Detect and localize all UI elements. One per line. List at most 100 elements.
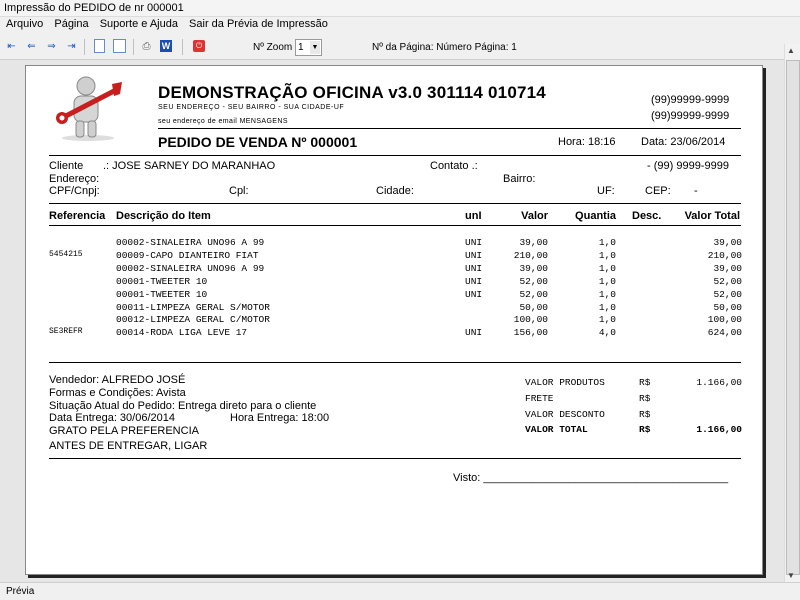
valor-produtos-value: 1.166,00 — [696, 377, 742, 388]
item-quantity: 1,0 — [598, 262, 616, 274]
menu-sair-previa[interactable]: Sair da Prévia de Impressão — [189, 18, 328, 30]
zoom-label: Nº Zoom — [253, 42, 293, 53]
frete-currency: R$ — [639, 393, 651, 404]
scroll-down-icon[interactable]: ▼ — [787, 571, 795, 580]
col-descricao: Descrição do Item — [116, 210, 211, 222]
item-description: 00009-CAPO DIANTEIRO FIAT — [116, 249, 259, 261]
item-value: 50,00 — [519, 301, 548, 313]
company-phone: (99)99999-9999 — [651, 94, 730, 106]
divider — [49, 225, 741, 226]
cpl-label: Cpl: — [229, 185, 249, 197]
item-value: 156,00 — [513, 327, 548, 339]
company-name: DEMONSTRAÇÃO OFICINA v3.0 301114 010714 — [158, 83, 546, 102]
chevron-down-icon: ▼ — [310, 41, 320, 54]
bairro-label: Bairro: — [503, 173, 536, 185]
visto-signature-line: Visto: _________________________________… — [453, 472, 729, 484]
item-total: 624,00 — [707, 327, 742, 339]
contato-label: Contato .: — [430, 160, 478, 172]
order-time: Hora: 18:16 — [558, 136, 616, 148]
cidade-label: Cidade: — [376, 185, 414, 197]
item-ref: SE3REFR — [49, 327, 83, 337]
item-description: 00001-TWEETER 10 — [116, 288, 208, 300]
zoom-value: 1 — [298, 42, 304, 53]
valor-produtos-label: VALOR PRODUTOS — [525, 377, 605, 388]
item-value: 39,00 — [519, 262, 548, 274]
contato-value: - (99) 9999-9999 — [647, 160, 729, 172]
status-bar: Prévia — [0, 582, 800, 600]
preview-area: DEMONSTRAÇÃO OFICINA v3.0 301114 010714 … — [0, 60, 784, 582]
next-page-icon[interactable]: ⇒ — [44, 40, 59, 54]
toolbar-separator — [182, 39, 183, 55]
two-pages-icon[interactable] — [113, 39, 126, 53]
situacao-pedido: Situação Atual do Pedido: Entrega direto… — [49, 400, 317, 412]
col-referencia: Referencia — [49, 210, 106, 222]
toolbar-separator — [133, 39, 134, 55]
client-name: .: JOSE SARNEY DO MARANHAO — [103, 160, 276, 172]
item-description: 00001-TWEETER 10 — [116, 275, 208, 287]
cpf-label: CPF/Cnpj: — [49, 185, 100, 197]
item-total: 210,00 — [707, 249, 742, 261]
col-valor: Valor — [521, 210, 548, 222]
item-description: 00002-SINALEIRA UNO96 A 99 — [116, 262, 265, 274]
item-description: 00002-SINALEIRA UNO96 A 99 — [116, 237, 265, 248]
valor-total-currency: R$ — [639, 424, 651, 435]
pdf-export-icon[interactable]: ⏻ — [193, 40, 205, 52]
item-quantity: 1,0 — [598, 301, 616, 313]
print-icon[interactable]: ⎙ — [139, 40, 154, 54]
frete-label: FRETE — [525, 393, 554, 404]
item-quantity: 1,0 — [598, 237, 616, 248]
last-page-icon[interactable]: ⇥ — [64, 40, 79, 54]
order-date: Data: 23/06/2014 — [641, 136, 726, 148]
scrollbar-thumb[interactable] — [786, 60, 800, 575]
item-quantity: 1,0 — [598, 249, 616, 261]
item-description: 00012-LIMPEZA GERAL C/MOTOR — [116, 314, 270, 326]
divider — [49, 203, 741, 204]
data-entrega: Data Entrega: 30/06/2014 — [49, 412, 175, 424]
item-quantity: 4,0 — [598, 327, 616, 339]
order-title: PEDIDO DE VENDA Nº 000001 — [158, 134, 358, 150]
zoom-select[interactable]: 1 ▼ — [295, 39, 322, 56]
item-total: 52,00 — [713, 288, 742, 300]
divider — [49, 458, 741, 459]
item-total: 50,00 — [713, 301, 742, 313]
toolbar-separator — [84, 39, 85, 55]
mechanic-logo — [56, 76, 122, 141]
menu-pagina[interactable]: Página — [54, 18, 88, 30]
single-page-icon[interactable] — [94, 39, 105, 53]
valor-desconto-currency: R$ — [639, 409, 651, 420]
item-description: 00011-LIMPEZA GERAL S/MOTOR — [116, 301, 270, 313]
cep-value: - — [694, 185, 698, 197]
item-value: 52,00 — [519, 275, 548, 287]
scroll-up-icon[interactable]: ▲ — [787, 46, 795, 55]
item-value: 100,00 — [513, 314, 548, 326]
company-phone-2: (99)99999-9999 — [651, 110, 730, 122]
first-page-icon[interactable]: ⇤ — [4, 40, 19, 54]
client-label: Cliente — [49, 160, 84, 172]
item-quantity: 1,0 — [598, 275, 616, 287]
company-email: seu endereço de email MENSAGENS — [158, 118, 288, 125]
valor-desconto-label: VALOR DESCONTO — [525, 409, 605, 420]
report-page: DEMONSTRAÇÃO OFICINA v3.0 301114 010714 … — [25, 65, 763, 575]
valor-produtos-currency: R$ — [639, 377, 651, 388]
message-1: GRATO PELA PREFERENCIA — [49, 425, 199, 437]
valor-total-label: VALOR TOTAL — [525, 424, 588, 435]
vertical-scrollbar[interactable]: ▲ ▼ — [784, 44, 800, 582]
menu-suporte[interactable]: Suporte e Ajuda — [100, 18, 178, 30]
item-description: 00014-RODA LIGA LEVE 17 — [116, 327, 248, 339]
menu-arquivo[interactable]: Arquivo — [6, 18, 43, 30]
col-quantia: Quantia — [575, 210, 616, 222]
company-address: SEU ENDEREÇO - SEU BAIRRO - SUA CIDADE-U… — [158, 104, 345, 111]
item-value: 39,00 — [519, 237, 548, 248]
item-total: 39,00 — [713, 237, 742, 248]
endereco-label: Endereço: — [49, 173, 100, 185]
word-export-icon[interactable]: W — [160, 40, 172, 52]
prev-page-icon[interactable]: ⇐ — [24, 40, 39, 54]
uf-label: UF: — [597, 185, 615, 197]
page-number-label: Nº da Página: Número Página: 1 — [372, 42, 517, 53]
divider — [49, 362, 741, 363]
header-divider — [158, 128, 741, 129]
divider — [49, 155, 741, 156]
item-value: 52,00 — [519, 288, 548, 300]
item-total: 39,00 — [713, 262, 742, 274]
col-desconto: Desc. — [632, 210, 662, 222]
